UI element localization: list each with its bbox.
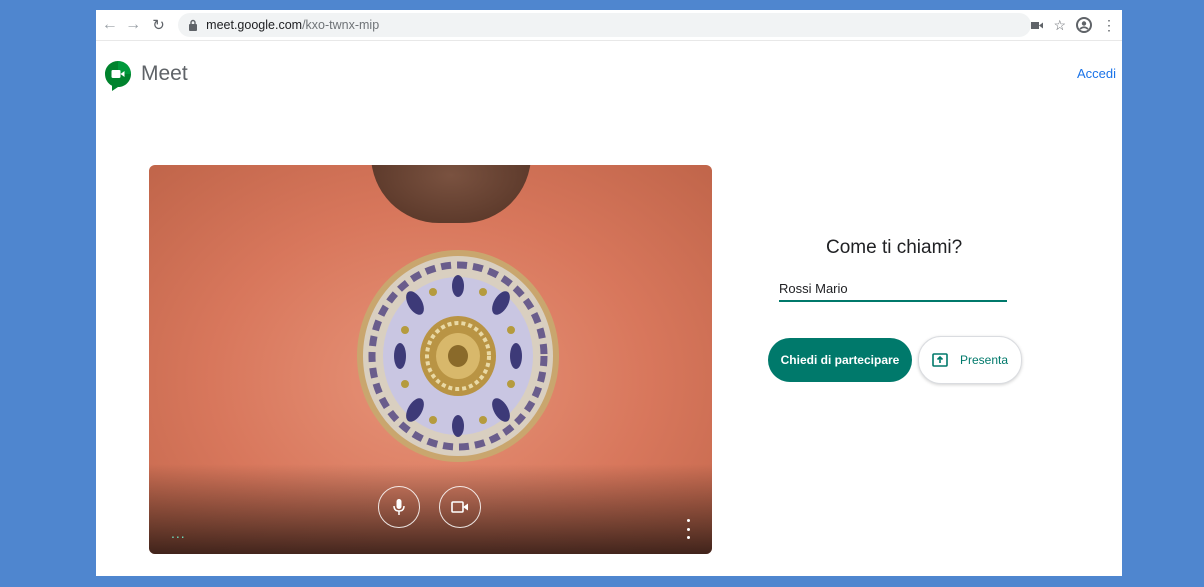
back-icon[interactable]: ← [100, 15, 119, 35]
microphone-toggle-button[interactable] [378, 486, 420, 528]
camera-icon [451, 501, 468, 513]
more-options-icon[interactable] [682, 519, 694, 539]
camera-indicator-icon[interactable] [1031, 21, 1044, 30]
forward-icon[interactable]: → [123, 15, 142, 35]
preview-bottom-gradient [149, 464, 712, 554]
reload-icon[interactable]: ↻ [149, 15, 168, 35]
menu-icon[interactable]: ⋮ [1102, 18, 1116, 32]
browser-window: ← → ↻ meet.google.com/kxo-twnx-mip ☆ ⋮ M… [96, 10, 1122, 576]
lock-icon [189, 19, 198, 31]
url-path: /kxo-twnx-mip [302, 18, 380, 32]
camera-toggle-button[interactable] [439, 486, 481, 528]
app-title: Meet [141, 62, 188, 85]
present-button[interactable]: Presenta [918, 336, 1022, 384]
present-screen-icon [932, 353, 948, 367]
star-icon[interactable]: ☆ [1053, 18, 1066, 32]
name-prompt: Come ti chiami? [826, 237, 963, 258]
background-object [371, 165, 531, 223]
url-host: meet.google.com [206, 18, 303, 32]
login-link[interactable]: Accedi [1077, 66, 1116, 81]
ask-to-join-button[interactable]: Chiedi di partecipare [768, 338, 912, 382]
decorative-plate-image [357, 250, 559, 462]
account-icon[interactable] [1076, 17, 1093, 33]
browser-toolbar: ← → ↻ meet.google.com/kxo-twnx-mip ☆ ⋮ [96, 10, 1122, 41]
meet-logo-icon [105, 61, 131, 91]
present-button-label: Presenta [959, 353, 1009, 367]
url-text: meet.google.com/kxo-twnx-mip [206, 18, 379, 32]
microphone-icon [393, 499, 405, 515]
name-input[interactable] [779, 276, 1007, 302]
camera-preview: ... [149, 165, 712, 554]
audio-level-indicator: ... [171, 525, 186, 541]
address-bar[interactable]: meet.google.com/kxo-twnx-mip [178, 13, 1032, 37]
